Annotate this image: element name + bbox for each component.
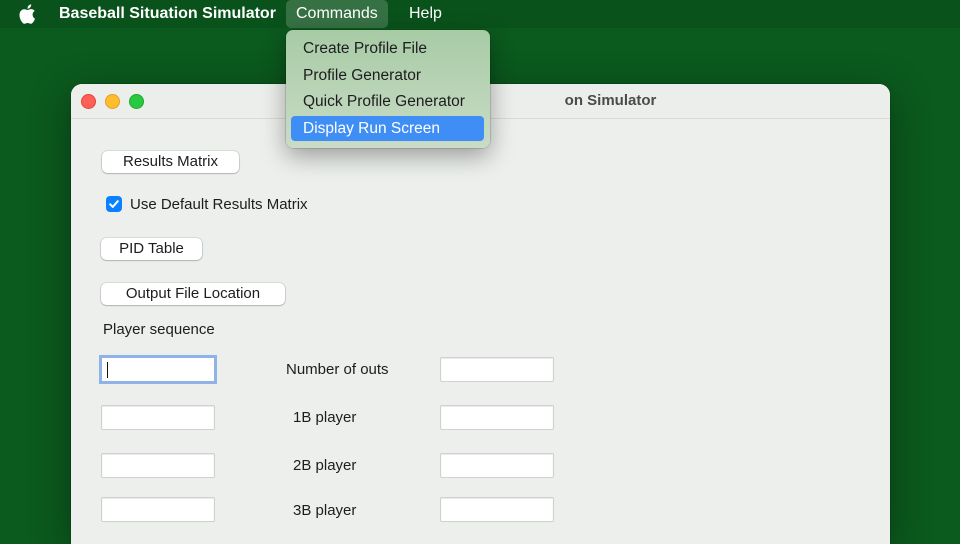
menu-item-quick-profile-generator[interactable]: Quick Profile Generator: [291, 89, 484, 114]
zoom-window-button[interactable]: [129, 94, 144, 109]
3b-player-field[interactable]: [441, 498, 553, 521]
close-window-button[interactable]: [81, 94, 96, 109]
player-sequence-field-3[interactable]: [102, 454, 214, 477]
player-sequence-field-4[interactable]: [102, 498, 214, 521]
app-name-menu[interactable]: Baseball Situation Simulator: [59, 5, 276, 23]
3b-player-label: 3B player: [293, 502, 357, 519]
number-of-outs-field[interactable]: [441, 358, 553, 381]
menu-bar: Baseball Situation Simulator Commands He…: [0, 0, 960, 28]
use-default-checkbox-label[interactable]: Use Default Results Matrix: [130, 196, 308, 213]
commands-menu[interactable]: Commands: [286, 0, 388, 28]
1b-player-field[interactable]: [441, 406, 553, 429]
player-sequence-label: Player sequence: [103, 321, 215, 338]
2b-player-field[interactable]: [441, 454, 553, 477]
menu-item-display-run-screen[interactable]: Display Run Screen: [291, 116, 484, 141]
commands-dropdown-menu: Create Profile File Profile Generator Qu…: [286, 30, 490, 148]
2b-player-label: 2B player: [293, 457, 357, 474]
minimize-window-button[interactable]: [105, 94, 120, 109]
main-window: on Simulator Results Matrix Use Default …: [71, 84, 890, 544]
results-matrix-button[interactable]: Results Matrix: [102, 151, 239, 173]
menu-item-create-profile-file[interactable]: Create Profile File: [291, 36, 484, 61]
output-file-location-button[interactable]: Output File Location: [101, 283, 285, 305]
checkmark-icon: [109, 200, 119, 208]
player-sequence-field-2[interactable]: [102, 406, 214, 429]
use-default-checkbox[interactable]: [106, 196, 122, 212]
menu-item-profile-generator[interactable]: Profile Generator: [291, 63, 484, 88]
apple-logo-icon[interactable]: [17, 4, 37, 24]
text-cursor: [107, 362, 108, 378]
player-sequence-field-1[interactable]: [102, 358, 214, 381]
pid-table-button[interactable]: PID Table: [101, 238, 202, 260]
help-menu[interactable]: Help: [399, 0, 452, 28]
number-of-outs-label: Number of outs: [286, 361, 389, 378]
1b-player-label: 1B player: [293, 409, 357, 426]
